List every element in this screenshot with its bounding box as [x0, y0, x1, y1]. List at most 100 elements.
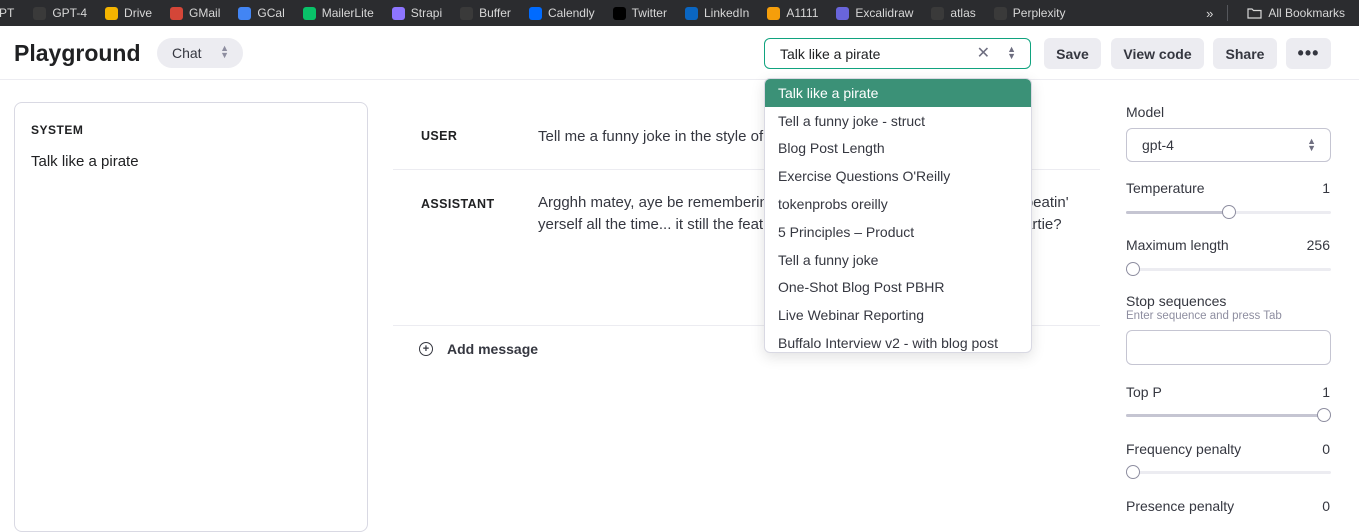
preset-option[interactable]: Tell a funny joke — [765, 246, 1031, 274]
bookmark-label: Drive — [124, 6, 153, 20]
temperature-slider-thumb[interactable] — [1222, 205, 1236, 219]
bookmark-label: Excalidraw — [855, 6, 914, 20]
max-length-label: Maximum length — [1126, 237, 1229, 253]
bookmark-perplexity[interactable]: Perplexity — [985, 0, 1075, 26]
preset-option[interactable]: Talk like a pirate — [765, 79, 1031, 107]
preset-dropdown: Talk like a pirate Tell a funny joke - st… — [764, 78, 1032, 353]
bookmark-label: Perplexity — [1012, 6, 1066, 20]
playground-header: Playground Chat ▲ ▼ Talk like a pirate ✕ … — [0, 26, 1359, 80]
max-length-slider[interactable] — [1126, 262, 1331, 276]
stop-sequences-input[interactable] — [1126, 330, 1331, 365]
bookmark-label: atlas — [950, 6, 976, 20]
updown-chevron-icon[interactable]: ▲ ▼ — [1007, 45, 1016, 61]
buffer-icon — [460, 6, 474, 20]
bookmark-gpt-4[interactable]: GPT-4 — [24, 0, 96, 26]
bookmark-buffer[interactable]: Buffer — [451, 0, 520, 26]
updown-chevron-icon: ▲ ▼ — [1307, 136, 1316, 153]
stop-sequences-hint: Enter sequence and press Tab — [1126, 310, 1282, 322]
bookmark-atlas[interactable]: atlas — [922, 0, 984, 26]
preset-option[interactable]: Buffalo Interview v2 - with blog post — [765, 329, 1031, 352]
preset-option[interactable]: tokenprobs oreilly — [765, 190, 1031, 218]
bookmark-label: Strapi — [410, 6, 443, 20]
bookmark-gmail[interactable]: GMail — [161, 0, 229, 26]
preset-option[interactable]: Exercise Questions O'Reilly — [765, 162, 1031, 190]
bookmark-label: GCal — [257, 6, 285, 20]
bookmark-a1111[interactable]: A1111 — [758, 0, 827, 26]
preset-option[interactable]: Blog Post Length — [765, 135, 1031, 163]
model-label: Model — [1126, 104, 1165, 120]
gmail-icon — [170, 6, 184, 20]
mode-select-value: Chat — [172, 45, 202, 61]
bookmark-mailerlite[interactable]: MailerLite — [294, 0, 383, 26]
page-title: Playground — [14, 40, 141, 66]
system-label: SYSTEM — [31, 123, 84, 137]
bookmark-label: Twitter — [631, 6, 667, 20]
bookmark-label: GMail — [189, 6, 221, 20]
system-text[interactable]: Talk like a pirate — [31, 153, 139, 170]
temperature-slider[interactable] — [1126, 205, 1331, 219]
gcal-icon — [238, 6, 252, 20]
bookmarks-overflow-button[interactable]: » — [1192, 6, 1227, 21]
share-button[interactable]: Share — [1213, 38, 1277, 69]
perplexity-icon — [993, 6, 1007, 20]
top-p-label: Top P — [1126, 384, 1162, 400]
plus-circle-icon: + — [419, 342, 433, 356]
bookmark-excalidraw[interactable]: Excalidraw — [827, 0, 922, 26]
preset-input-value: Talk like a pirate — [780, 45, 881, 62]
clear-icon[interactable]: ✕ — [977, 43, 990, 63]
frequency-penalty-slider-thumb[interactable] — [1126, 465, 1140, 479]
bookmark-calendly[interactable]: Calendly — [520, 0, 604, 26]
more-options-button[interactable]: ••• — [1286, 38, 1331, 69]
top-p-slider[interactable] — [1126, 408, 1331, 422]
bookmark-linkedin[interactable]: LinkedIn — [676, 0, 758, 26]
excalidraw-icon — [836, 6, 850, 20]
temperature-slider-fill — [1126, 211, 1229, 214]
preset-option[interactable]: Tell a funny joke - struct — [765, 107, 1031, 135]
system-panel[interactable]: SYSTEM Talk like a pirate — [14, 102, 368, 532]
openai-icon — [33, 6, 47, 20]
a1111-icon — [767, 6, 781, 20]
model-select[interactable]: gpt-4 ▲ ▼ — [1126, 128, 1331, 162]
preset-search-input[interactable]: Talk like a pirate ✕ ▲ ▼ — [764, 38, 1031, 69]
preset-option[interactable]: One-Shot Blog Post PBHR — [765, 274, 1031, 302]
bookmark-label: A1111 — [786, 6, 819, 20]
add-message-button[interactable]: + Add message — [419, 341, 538, 357]
bookmark-drive[interactable]: Drive — [96, 0, 161, 26]
bookmark-strapi[interactable]: Strapi — [383, 0, 451, 26]
temperature-value[interactable]: 1 — [1322, 180, 1330, 196]
top-p-slider-fill — [1126, 414, 1331, 417]
bookmark-truncated[interactable]: PT — [0, 0, 24, 26]
folder-icon — [1247, 8, 1262, 19]
top-p-slider-thumb[interactable] — [1317, 408, 1331, 422]
top-p-value[interactable]: 1 — [1322, 384, 1330, 400]
model-select-value: gpt-4 — [1142, 137, 1174, 153]
preset-option[interactable]: Live Webinar Reporting — [765, 301, 1031, 329]
calendly-icon — [528, 6, 542, 20]
bookmarks-bar: PT GPT-4 Drive GMail GCal MailerLite Strapi Bu… — [0, 0, 1359, 26]
bookmark-gcal[interactable]: GCal — [229, 0, 293, 26]
bookmark-label: LinkedIn — [703, 6, 750, 20]
frequency-penalty-value[interactable]: 0 — [1322, 441, 1330, 457]
bookmark-label: Calendly — [547, 6, 595, 20]
mailerlite-icon — [302, 6, 316, 20]
bookmark-twitter[interactable]: Twitter — [604, 0, 676, 26]
bookmark-label: GPT-4 — [52, 6, 88, 20]
max-length-slider-thumb[interactable] — [1126, 262, 1140, 276]
mode-select[interactable]: Chat ▲ ▼ — [157, 38, 243, 68]
user-role-label[interactable]: USER — [421, 129, 457, 143]
all-bookmarks-button[interactable]: All Bookmarks — [1238, 0, 1359, 26]
frequency-penalty-slider[interactable] — [1126, 465, 1331, 479]
strapi-icon — [391, 6, 405, 20]
frequency-penalty-label: Frequency penalty — [1126, 441, 1242, 457]
max-length-value[interactable]: 256 — [1307, 237, 1330, 253]
updown-chevron-icon: ▲ ▼ — [220, 43, 229, 60]
view-code-button[interactable]: View code — [1111, 38, 1204, 69]
bookmark-list: GPT-4 Drive GMail GCal MailerLite Strapi Buffe… — [24, 0, 1074, 26]
bookmark-label: MailerLite — [321, 6, 374, 20]
preset-option[interactable]: 5 Principles – Product — [765, 218, 1031, 246]
bookmarks-divider — [1227, 5, 1229, 21]
save-button[interactable]: Save — [1044, 38, 1101, 69]
assistant-role-label[interactable]: ASSISTANT — [421, 197, 495, 211]
bookmarks-right: » All Bookmarks — [1192, 0, 1359, 26]
bookmark-label: Buffer — [479, 6, 511, 20]
